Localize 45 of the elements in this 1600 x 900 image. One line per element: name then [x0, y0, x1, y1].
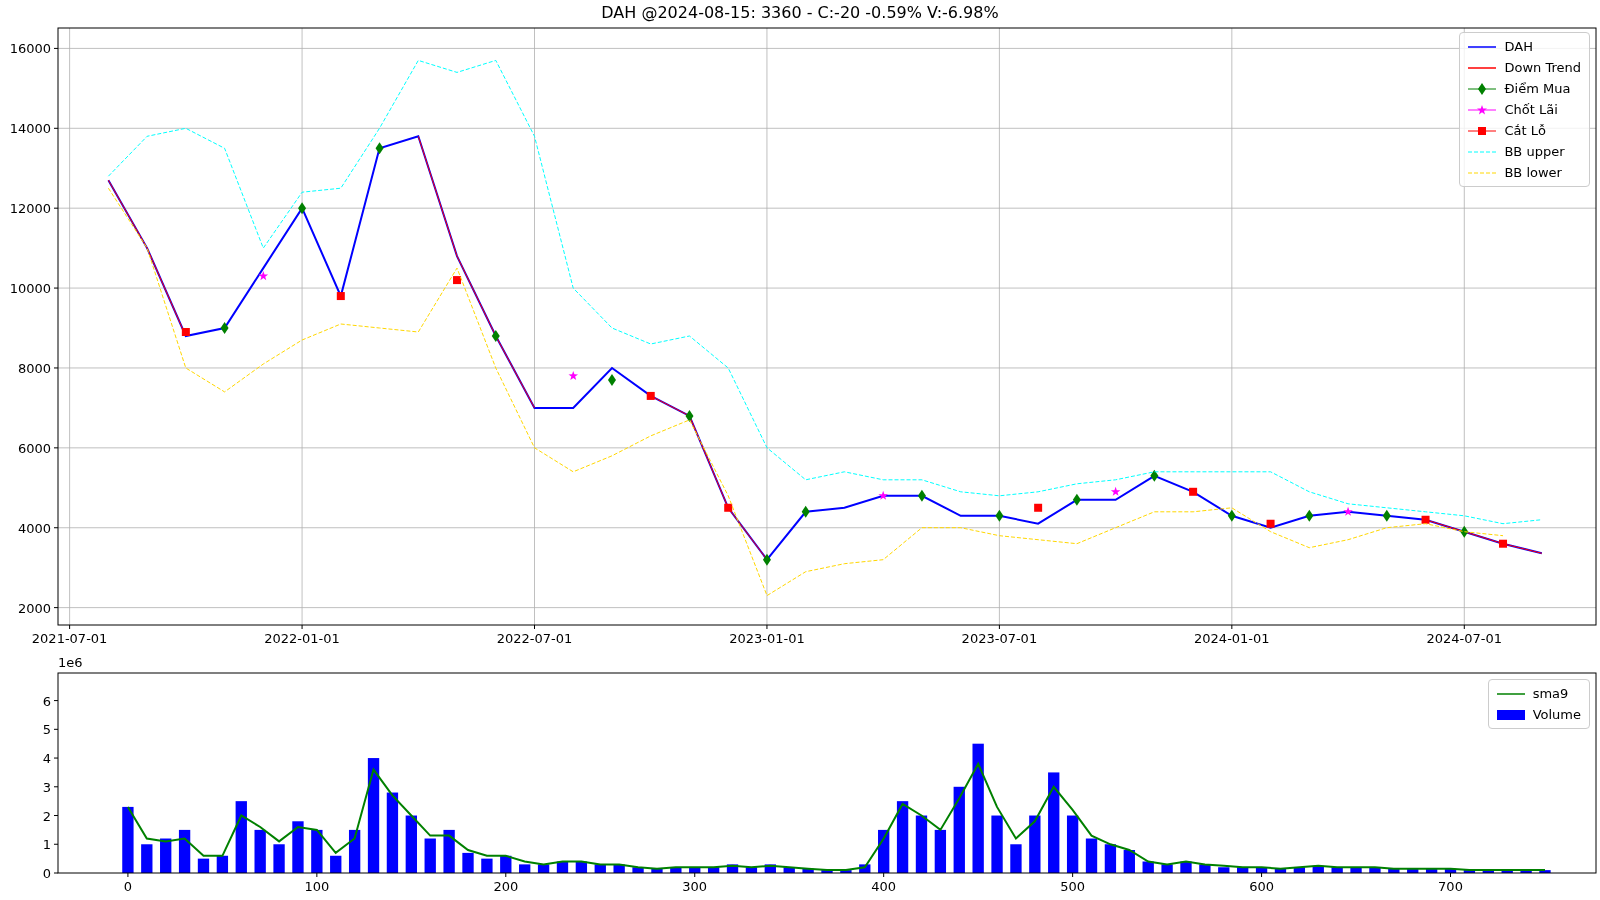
axis-tick-label: 4 [42, 751, 51, 767]
axis-tick-label: 600 [1249, 879, 1274, 894]
axis-tick-label: 0 [42, 866, 51, 881]
axis-tick-label: 3 [42, 779, 51, 795]
legend-label: sma9 [1532, 684, 1569, 703]
legend-label: Điểm Mua [1504, 79, 1571, 98]
legend-label: Volume [1532, 705, 1581, 724]
axis-tick-label: 2023-01-01 [729, 631, 805, 646]
axis-tick-label: 14000 [9, 121, 51, 137]
axis-tick-label: 2022-07-01 [496, 631, 573, 646]
axis-tick-label: 2022-01-01 [264, 631, 340, 646]
legend-label: BB lower [1504, 163, 1562, 182]
axis-tick-label: 2000 [17, 600, 51, 616]
legend-swatch-icon [1468, 103, 1497, 116]
axis-tick-label: 100 [304, 879, 330, 894]
axis-tick-label: 200 [493, 879, 519, 894]
legend-swatch-icon [1496, 708, 1525, 721]
legend-swatch-icon [1468, 124, 1497, 137]
axis-tick-label: 10000 [9, 281, 51, 297]
axis-tick-label: 1 [42, 837, 51, 853]
axis-tick-label: 16000 [9, 41, 51, 57]
axis-tick-label: 8000 [17, 360, 51, 376]
axis-tick-label: 5 [42, 722, 51, 738]
axis-tick-label: 700 [1438, 879, 1463, 894]
legend-swatch-icon [1468, 82, 1497, 95]
legend-label: Cắt Lỗ [1504, 121, 1546, 140]
axis-tick-label: 2023-07-01 [961, 631, 1038, 646]
axis-tick-label: 2024-07-01 [1426, 631, 1503, 646]
axis-tick-label: 2024-01-01 [1194, 631, 1270, 646]
axis-tick-label: 12000 [9, 201, 51, 217]
axis-offset-label: 1e6 [58, 655, 83, 670]
axis-tick-label: 2 [42, 808, 51, 824]
axis-tick-label: 300 [682, 879, 708, 894]
axis-tick-label: 6 [42, 693, 51, 709]
axis-tick-label: 0 [123, 879, 133, 894]
axis-tick-label: 400 [871, 879, 897, 894]
axis-tick-label: 2021-07-01 [31, 631, 108, 646]
axis-tick-label: 500 [1060, 879, 1086, 894]
legend-label: DAH [1504, 37, 1533, 56]
axis-tick-label: 4000 [17, 520, 51, 536]
legend-label: Chốt Lãi [1504, 100, 1558, 119]
axis-tick-label: 6000 [17, 440, 51, 456]
legend-label: BB upper [1504, 142, 1565, 161]
chart-title: DAH @2024-08-15: 3360 - C:-20 -0.59% V:-6.98% [601, 2, 999, 24]
legend-label: Down Trend [1504, 58, 1581, 77]
